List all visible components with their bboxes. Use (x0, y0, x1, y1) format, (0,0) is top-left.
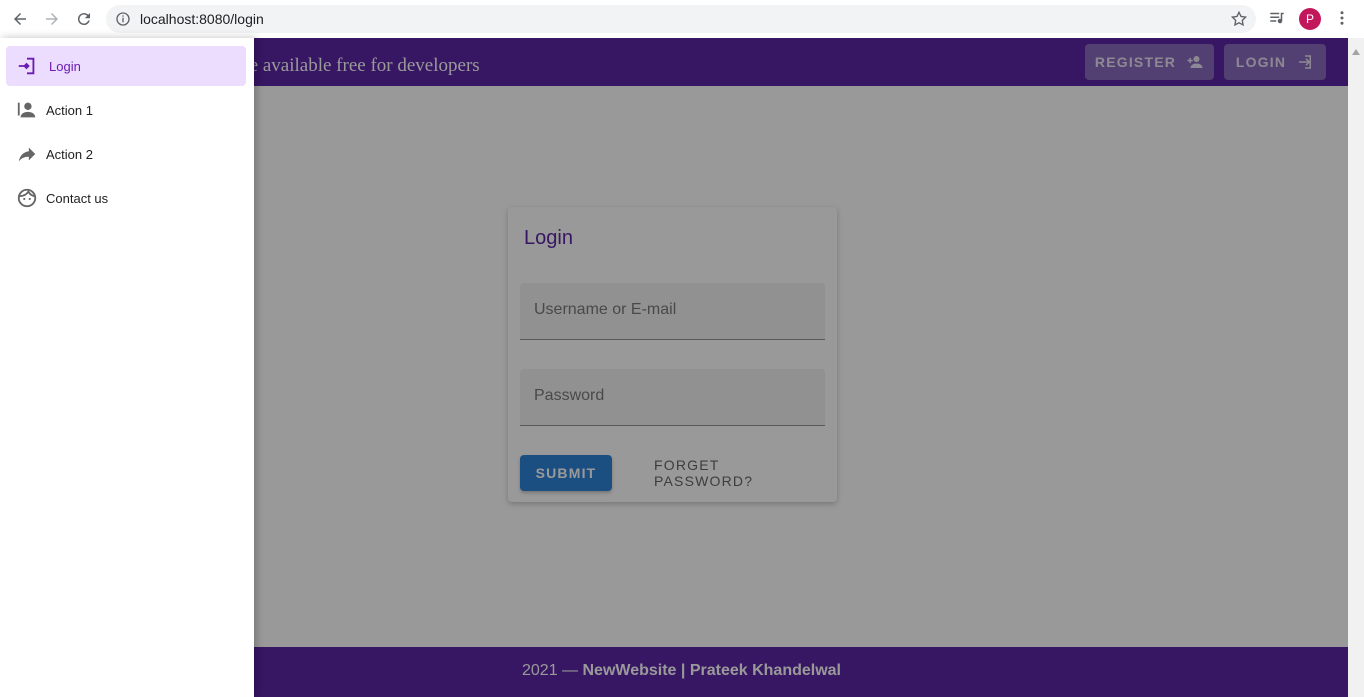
profile-avatar[interactable]: P (1299, 8, 1321, 30)
reload-icon[interactable] (73, 8, 95, 30)
back-arrow-icon[interactable] (9, 8, 31, 30)
drawer-item-label: Action 2 (46, 146, 93, 162)
drawer-item-contact-us[interactable]: Contact us (6, 178, 246, 218)
navigation-drawer: Login Action 1 Action 2 Contact us (0, 38, 254, 697)
drawer-item-action-2[interactable]: Action 2 (6, 134, 246, 174)
share-arrow-icon (16, 143, 38, 165)
address-url[interactable]: localhost:8080/login (140, 11, 264, 27)
drawer-item-label: Contact us (46, 190, 109, 206)
drawer-item-login[interactable]: Login (6, 46, 246, 86)
face-icon (16, 187, 38, 209)
media-queue-icon[interactable] (1268, 9, 1286, 32)
address-bar[interactable]: localhost:8080/login (106, 5, 1256, 33)
site-info-icon[interactable] (115, 11, 131, 32)
bookmark-star-icon[interactable] (1230, 10, 1248, 33)
drawer-item-action-1[interactable]: Action 1 (6, 90, 246, 130)
browser-toolbar: localhost:8080/login P (0, 0, 1364, 39)
login-icon (16, 55, 38, 77)
drawer-item-label: Login (49, 58, 81, 74)
page-scrollbar[interactable] (1348, 38, 1364, 697)
scroll-up-arrow-icon[interactable] (1352, 42, 1360, 60)
forward-arrow-icon[interactable] (41, 8, 63, 30)
drawer-item-label: Action 1 (46, 102, 93, 118)
more-menu-icon[interactable] (1334, 9, 1350, 32)
user-icon (16, 99, 38, 121)
